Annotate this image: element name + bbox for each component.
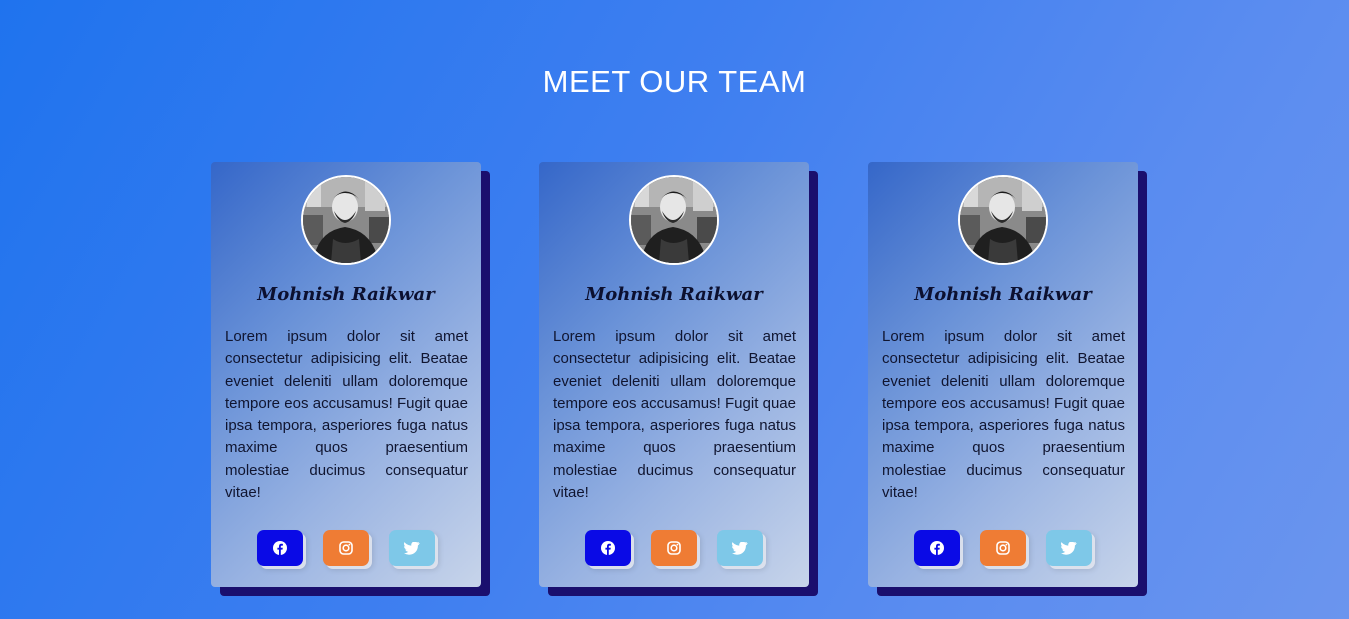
team-card: Mohnish Raikwar Lorem ipsum dolor sit am… [211, 162, 490, 596]
member-name: Mohnish Raikwar [914, 284, 1092, 305]
avatar [301, 175, 391, 265]
twitter-button[interactable] [1046, 530, 1092, 566]
member-bio: Lorem ipsum dolor sit amet consectetur a… [882, 328, 1125, 502]
instagram-button[interactable] [651, 530, 697, 566]
facebook-button[interactable] [585, 530, 631, 566]
member-bio: Lorem ipsum dolor sit amet consectetur a… [225, 328, 468, 502]
twitter-icon [732, 541, 748, 555]
facebook-button[interactable] [914, 530, 960, 566]
facebook-icon [930, 541, 944, 555]
team-card-body: Mohnish Raikwar Lorem ipsum dolor sit am… [539, 162, 809, 587]
twitter-icon [1061, 541, 1077, 555]
twitter-icon [404, 541, 420, 555]
team-card: Mohnish Raikwar Lorem ipsum dolor sit am… [868, 162, 1147, 596]
facebook-icon [273, 541, 287, 555]
instagram-button[interactable] [323, 530, 369, 566]
member-name: Mohnish Raikwar [257, 284, 435, 305]
team-card-body: Mohnish Raikwar Lorem ipsum dolor sit am… [211, 162, 481, 587]
member-bio: Lorem ipsum dolor sit amet consectetur a… [553, 328, 796, 502]
instagram-button[interactable] [980, 530, 1026, 566]
twitter-button[interactable] [717, 530, 763, 566]
facebook-button[interactable] [257, 530, 303, 566]
instagram-icon [996, 541, 1010, 555]
member-name: Mohnish Raikwar [585, 284, 763, 305]
instagram-icon [339, 541, 353, 555]
facebook-icon [601, 541, 615, 555]
twitter-button[interactable] [389, 530, 435, 566]
team-card-body: Mohnish Raikwar Lorem ipsum dolor sit am… [868, 162, 1138, 587]
avatar [958, 175, 1048, 265]
avatar [629, 175, 719, 265]
page-title: MEET OUR TEAM [542, 64, 807, 99]
instagram-icon [667, 541, 681, 555]
team-card: Mohnish Raikwar Lorem ipsum dolor sit am… [539, 162, 818, 596]
